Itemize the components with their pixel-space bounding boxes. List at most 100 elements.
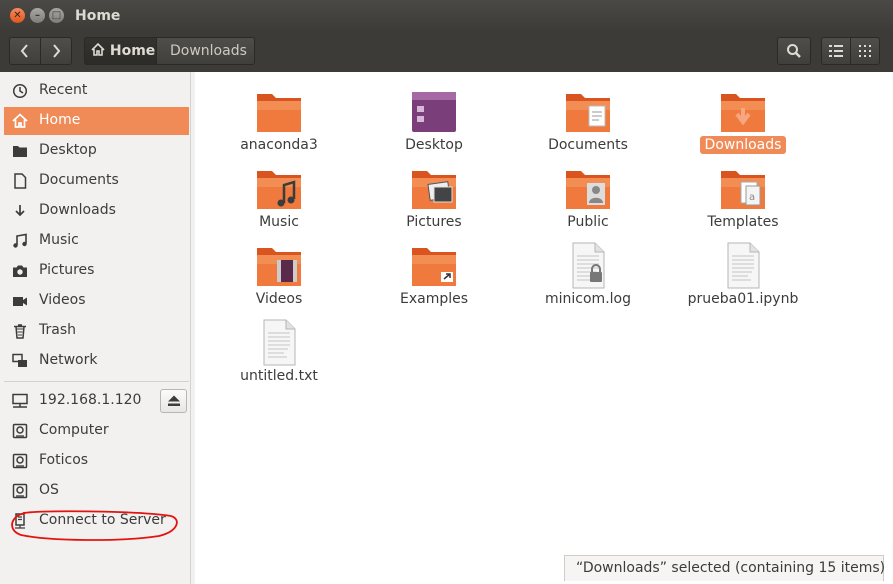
file-name: prueba01.ipynb [668,291,818,307]
file-name-label: minicom.log [545,291,631,307]
folder-pictures-icon [409,165,459,213]
sidebar-device-foticos[interactable]: Foticos [4,447,189,475]
chevron-left-icon [20,44,28,58]
file-name: minicom.log [513,291,663,307]
file-name: Public [513,214,663,230]
search-button[interactable] [777,37,811,65]
file-name: Videos [204,291,354,307]
list-icon [829,45,843,57]
file-item[interactable]: Desktop [359,88,509,162]
sidebar-item-downloads[interactable]: Downloads [4,197,189,225]
sidebar-item-label: Recent [39,82,88,98]
file-name: Templates [668,214,818,230]
file-name-label: Videos [255,291,303,307]
file-name: Music [204,214,354,230]
back-button[interactable] [9,37,41,65]
drive-icon [12,453,28,469]
window-title: Home [75,8,121,24]
red-circle-annotation [11,510,178,541]
sidebar-item-label: Documents [39,172,119,188]
file-item[interactable]: minicom.log [513,242,663,316]
file-grid: anaconda3 Desktop Documents Downloads Music P… [195,72,893,584]
sidebar-item-label: Home [39,112,81,128]
file-item[interactable]: a Templates [668,165,818,239]
sidebar-item-desktop[interactable]: Desktop [4,137,189,165]
folder-documents-icon [563,88,613,136]
folder-music-icon [254,165,304,213]
sidebar-item-recent[interactable]: Recent [4,77,189,105]
file-name: Downloads [668,136,818,154]
sidebar-device-computer[interactable]: Computer [4,417,189,445]
file-item[interactable]: Videos [204,242,354,316]
grid-icon [859,45,871,57]
folder-downloads-icon [718,88,768,136]
camera-icon [13,265,27,277]
network-drive-icon [12,393,28,408]
breadcrumb-downloads[interactable]: Downloads [156,37,255,65]
eject-button[interactable] [160,389,187,413]
places-sidebar: Recent Home Desktop Documents Downloads … [4,72,191,584]
file-item[interactable]: anaconda3 [204,88,354,162]
file-name: Desktop [359,137,509,153]
forward-button[interactable] [40,37,72,65]
sidebar-item-trash[interactable]: Trash [4,317,189,345]
file-name-label: Templates [707,214,779,230]
sidebar-device-os[interactable]: OS [4,477,189,505]
drive-icon [12,423,28,439]
file-manager-window: ✕ – □ Home Home Downloads Recent Home De… [0,0,893,584]
sidebar-item-label: Pictures [39,262,95,278]
video-icon [13,297,27,306]
file-name-label: untitled.txt [240,368,318,384]
file-item[interactable]: Documents [513,88,663,162]
file-name-label: Downloads [699,136,787,154]
file-item[interactable]: untitled.txt [204,319,354,393]
file-name-label: Desktop [405,137,463,153]
sidebar-item-home[interactable]: Home [4,107,189,135]
file-name: Pictures [359,214,509,230]
home-icon [12,113,28,128]
file-item[interactable]: Examples [359,242,509,316]
file-item[interactable]: Music [204,165,354,239]
folder-link-icon [409,242,459,290]
file-item[interactable]: Pictures [359,165,509,239]
sidebar-item-label: Desktop [39,142,97,158]
sidebar-item-label: Videos [39,292,86,308]
search-icon [787,44,801,58]
sidebar-item-pictures[interactable]: Pictures [4,257,189,285]
sidebar-item-documents[interactable]: Documents [4,167,189,195]
sidebar-item-label: Network [39,352,98,368]
sidebar-item-label: Downloads [39,202,116,218]
file-name: untitled.txt [204,368,354,384]
folder-templates-icon: a [718,165,768,213]
header-bar: Home Downloads [0,32,893,72]
breadcrumb-home[interactable]: Home [84,37,157,65]
file-name-label: Music [259,214,299,230]
file-name-label: Public [567,214,609,230]
file-name-label: prueba01.ipynb [687,291,799,307]
list-view-button[interactable] [821,37,851,65]
maximize-window-button[interactable]: □ [49,8,64,23]
sidebar-item-network[interactable]: Network [4,347,189,375]
file-name: anaconda3 [204,137,354,153]
file-item[interactable]: prueba01.ipynb [668,242,818,316]
grid-view-button[interactable] [850,37,880,65]
sidebar-item-music[interactable]: Music [4,227,189,255]
sidebar-item-label: Trash [39,322,76,338]
chevron-right-icon [53,44,61,58]
file-item[interactable]: Downloads [668,88,818,162]
locked-file-icon [563,242,613,290]
desktop-folder-icon [409,88,459,136]
file-name-label: Examples [399,291,469,307]
file-name-label: Documents [548,137,628,153]
sidebar-item-label: Music [39,232,79,248]
close-window-button[interactable]: ✕ [10,8,25,23]
home-icon [91,42,105,56]
minimize-window-button[interactable]: – [30,8,45,23]
clock-icon [12,83,28,99]
text-file-icon [718,242,768,290]
file-item[interactable]: Public [513,165,663,239]
sidebar-item-videos[interactable]: Videos [4,287,189,315]
network-icon [12,353,27,367]
title-bar: ✕ – □ Home [0,0,893,32]
folder-videos-icon [254,242,304,290]
